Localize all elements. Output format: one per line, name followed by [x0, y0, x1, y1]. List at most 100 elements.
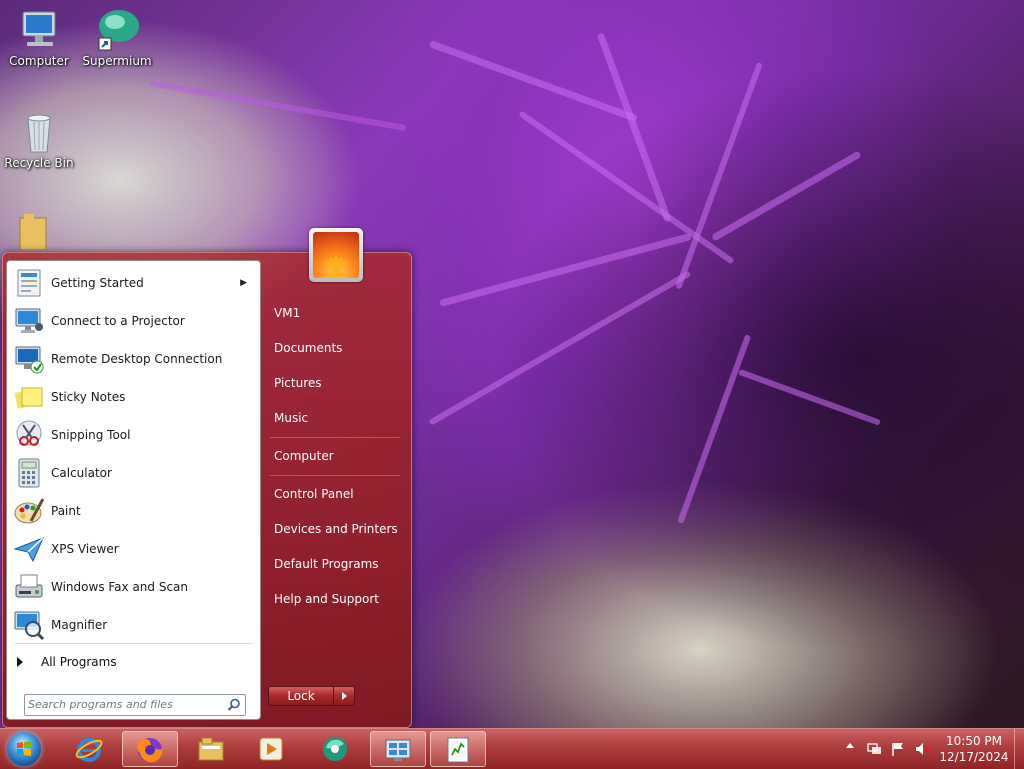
place-pictures[interactable]: Pictures [266, 368, 402, 398]
program-label: Windows Fax and Scan [51, 580, 189, 594]
flower-avatar-icon [313, 232, 359, 278]
triangle-right-icon [17, 657, 23, 667]
folder-icon[interactable] [18, 214, 48, 251]
all-programs-label: All Programs [41, 655, 117, 669]
paint-icon [13, 495, 45, 527]
place-default-programs[interactable]: Default Programs [266, 549, 402, 579]
divider [15, 643, 253, 644]
place-label: Computer [274, 449, 334, 463]
getting-started-icon [13, 267, 45, 299]
search-input[interactable] [28, 697, 218, 712]
clock-date: 12/17/2024 [939, 750, 1009, 764]
place-help-support[interactable]: Help and Support [266, 584, 402, 614]
tray-overflow-icon[interactable] [846, 743, 854, 748]
show-desktop-button[interactable] [1014, 729, 1024, 769]
search-icon[interactable] [227, 698, 241, 712]
program-fax-scan[interactable]: Windows Fax and Scan [13, 569, 253, 605]
program-connect-projector[interactable]: Connect to a Projector [13, 303, 253, 339]
place-label: Help and Support [274, 592, 379, 606]
program-remote-desktop[interactable]: Remote Desktop Connection [13, 341, 253, 377]
volume-muted-icon[interactable] [914, 741, 930, 757]
submenu-arrow-icon: ▶ [240, 278, 247, 288]
place-label: Control Panel [274, 487, 354, 501]
snipping-tool-icon [13, 419, 45, 451]
taskbar-firefox[interactable] [122, 731, 178, 767]
lock-button-label: Lock [287, 689, 315, 703]
taskbar-file-explorer[interactable] [184, 731, 240, 767]
taskbar-supermium[interactable] [308, 731, 364, 767]
place-devices-printers[interactable]: Devices and Printers [266, 514, 402, 544]
program-paint[interactable]: Paint [13, 493, 253, 529]
projector-icon [13, 305, 45, 337]
clock[interactable]: 10:50 PM 12/17/2024 [936, 733, 1012, 765]
place-control-panel[interactable]: Control Panel [266, 479, 402, 509]
action-center-flag-icon[interactable] [890, 741, 906, 757]
place-label: Documents [274, 341, 343, 355]
desktop-icon-recycle-bin[interactable]: Recycle Bin [1, 110, 77, 170]
user-picture[interactable] [309, 228, 363, 282]
programs-pane: Getting Started ▶ Connect to a Projector… [6, 260, 261, 720]
program-sticky-notes[interactable]: Sticky Notes [13, 379, 253, 415]
recycle-bin-icon [15, 110, 63, 154]
desktop-icon-label: Computer [9, 54, 69, 68]
taskbar-remote-app[interactable] [370, 731, 426, 767]
wallpaper-petal [149, 80, 407, 132]
remote-app-icon [383, 735, 413, 765]
program-label: Sticky Notes [51, 390, 126, 404]
program-xps-viewer[interactable]: XPS Viewer [13, 531, 253, 567]
start-button[interactable] [4, 730, 46, 768]
place-label: VM1 [274, 306, 301, 320]
magnifier-icon [13, 609, 45, 641]
program-calculator[interactable]: Calculator [13, 455, 253, 491]
program-label: Snipping Tool [51, 428, 131, 442]
place-music[interactable]: Music [266, 403, 402, 433]
place-user-folder[interactable]: VM1 [266, 298, 402, 328]
arrow-right-icon [342, 692, 347, 700]
program-label: Getting Started [51, 276, 144, 290]
desktop-icon-supermium[interactable]: Supermium [79, 8, 155, 68]
program-label: Remote Desktop Connection [51, 352, 223, 366]
internet-explorer-icon [74, 734, 104, 764]
desktop-icon-label: Supermium [82, 54, 152, 68]
lock-button[interactable]: Lock [268, 686, 334, 706]
sticky-notes-icon [13, 381, 45, 413]
remote-desktop-icon [13, 343, 45, 375]
program-label: Calculator [51, 466, 112, 480]
program-snipping-tool[interactable]: Snipping Tool [13, 417, 253, 453]
place-label: Default Programs [274, 557, 379, 571]
fax-scan-icon [13, 571, 45, 603]
program-label: Magnifier [51, 618, 108, 632]
calculator-icon [13, 457, 45, 489]
wallpaper-petal [711, 150, 862, 242]
place-label: Devices and Printers [274, 522, 398, 536]
all-programs-button[interactable]: All Programs [17, 651, 117, 673]
task-manager-icon [443, 735, 473, 765]
wallpaper-petal [518, 110, 735, 265]
taskbar-media-player[interactable] [244, 731, 300, 767]
computer-icon [15, 8, 63, 52]
wallpaper-petal [738, 368, 882, 426]
search-box[interactable] [24, 694, 246, 716]
power-options-button[interactable] [334, 686, 355, 706]
media-player-icon [256, 734, 286, 764]
program-label: Connect to a Projector [51, 314, 185, 328]
divider [270, 437, 400, 438]
clock-time: 10:50 PM [946, 734, 1002, 748]
taskbar: 10:50 PM 12/17/2024 [0, 728, 1024, 769]
xps-viewer-icon [13, 533, 45, 565]
start-menu: Getting Started ▶ Connect to a Projector… [2, 228, 412, 728]
program-getting-started[interactable]: Getting Started ▶ [13, 265, 253, 301]
place-label: Music [274, 411, 309, 425]
place-documents[interactable]: Documents [266, 333, 402, 363]
supermium-icon [320, 734, 350, 764]
taskbar-task-manager[interactable] [430, 731, 486, 767]
place-computer[interactable]: Computer [266, 441, 402, 471]
network-icon[interactable] [866, 741, 882, 757]
taskbar-internet-explorer[interactable] [62, 731, 118, 767]
divider [270, 475, 400, 476]
program-label: Paint [51, 504, 81, 518]
desktop-icon-computer[interactable]: Computer [1, 8, 77, 68]
program-magnifier[interactable]: Magnifier [13, 607, 253, 643]
windows-logo-icon [7, 732, 41, 766]
desktop-icon-label: Recycle Bin [4, 156, 74, 170]
